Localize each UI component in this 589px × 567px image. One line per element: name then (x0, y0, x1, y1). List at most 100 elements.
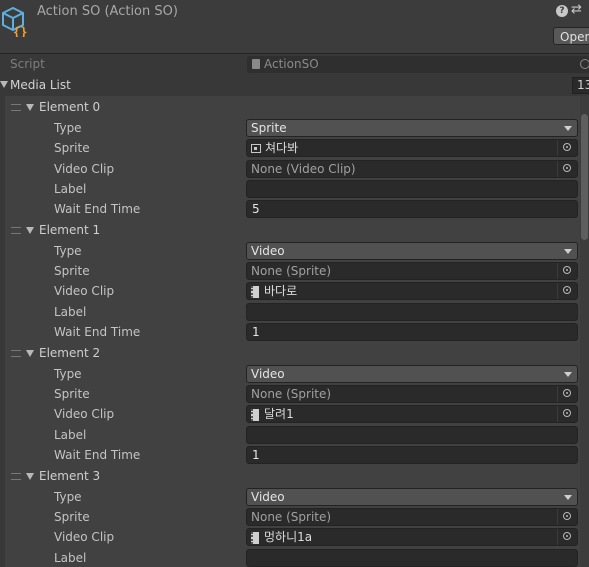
label-label: Label (54, 182, 87, 196)
object-picker-icon[interactable] (557, 529, 577, 545)
wait-end-time-label: Wait End Time (54, 448, 141, 462)
type-label: Type (54, 244, 82, 258)
foldout-arrow-icon[interactable] (26, 104, 34, 111)
drag-handle-icon[interactable] (11, 104, 21, 111)
object-picker-icon[interactable] (557, 263, 577, 279)
media-list-row: Media List 13 (0, 77, 589, 95)
type-label: Type (54, 121, 82, 135)
type-dropdown[interactable]: Video (246, 488, 578, 506)
type-label: Type (54, 490, 82, 504)
object-picker-icon[interactable] (557, 161, 577, 177)
media-list-size-field[interactable]: 13 (572, 77, 589, 94)
sprite-value: 쳐다봐 (265, 141, 299, 155)
label-field[interactable] (246, 180, 578, 198)
drag-handle-icon[interactable] (11, 473, 21, 480)
script-value: ActionSO (264, 57, 319, 71)
element-header[interactable]: Element 3 (5, 466, 580, 487)
media-list: Element 0 Type Sprite Sprite 쳐다봐 Video C… (5, 96, 580, 567)
svg-text:{}: {} (13, 25, 27, 37)
element-header[interactable]: Element 2 (5, 343, 580, 364)
scrollbar-thumb[interactable] (581, 114, 588, 240)
scrollbar[interactable] (580, 96, 589, 567)
sprite-label: Sprite (54, 510, 90, 524)
foldout-arrow-icon[interactable] (26, 227, 34, 234)
sprite-icon (251, 144, 261, 153)
element-title: Element 0 (39, 100, 101, 114)
media-list-label[interactable]: Media List (10, 78, 71, 92)
video-clip-field[interactable]: 멍하니1a (246, 528, 578, 546)
element-title: Element 3 (39, 469, 101, 483)
video-clip-icon (251, 408, 259, 421)
inspector-header: {} Action SO (Action SO) ? ⇄ Open (0, 0, 589, 54)
object-picker-icon[interactable] (557, 283, 577, 299)
dropdown-arrow-icon (564, 495, 572, 500)
open-button[interactable]: Open (553, 27, 589, 45)
sprite-value: None (Sprite) (251, 264, 332, 278)
sprite-label: Sprite (54, 264, 90, 278)
video-clip-value: 달려1 (264, 407, 294, 421)
type-value: Video (251, 367, 285, 381)
video-clip-value: None (Video Clip) (251, 162, 356, 176)
video-clip-icon (251, 531, 259, 544)
type-dropdown[interactable]: Sprite (246, 119, 578, 137)
script-file-icon (252, 59, 260, 69)
label-label: Label (54, 305, 87, 319)
sprite-field[interactable]: 쳐다봐 (246, 139, 578, 157)
label-label: Label (54, 551, 87, 565)
video-clip-field[interactable]: 달려1 (246, 405, 578, 423)
sprite-field[interactable]: None (Sprite) (246, 385, 578, 403)
foldout-arrow-icon[interactable] (26, 350, 34, 357)
video-clip-field[interactable]: 바다로 (246, 282, 578, 300)
sprite-field[interactable]: None (Sprite) (246, 262, 578, 280)
element-header[interactable]: Element 0 (5, 97, 580, 118)
asset-title: Action SO (Action SO) (37, 4, 178, 19)
foldout-arrow-icon[interactable] (26, 473, 34, 480)
type-value: Video (251, 244, 285, 258)
label-label: Label (54, 428, 87, 442)
object-picker-icon[interactable] (580, 59, 589, 69)
wait-end-time-label: Wait End Time (54, 325, 141, 339)
element-title: Element 2 (39, 346, 101, 360)
wait-end-time-field[interactable]: 1 (246, 323, 578, 341)
element-title: Element 1 (39, 223, 101, 237)
foldout-arrow-icon[interactable] (0, 81, 8, 88)
type-value: Sprite (251, 121, 287, 135)
object-picker-icon[interactable] (557, 406, 577, 422)
wait-end-time-label: Wait End Time (54, 202, 141, 216)
script-label: Script (10, 57, 45, 71)
label-field[interactable] (246, 303, 578, 321)
object-picker-icon[interactable] (557, 386, 577, 402)
label-field[interactable] (246, 549, 578, 567)
script-row: Script ActionSO (0, 56, 589, 74)
video-clip-value: 멍하니1a (264, 530, 313, 544)
sprite-label: Sprite (54, 387, 90, 401)
presets-icon[interactable]: ⇄ (571, 2, 582, 17)
video-clip-label: Video Clip (54, 284, 115, 298)
scriptable-object-icon: {} (2, 6, 27, 37)
video-clip-field[interactable]: None (Video Clip) (246, 160, 578, 178)
dropdown-arrow-icon (564, 126, 572, 131)
wait-end-time-field[interactable]: 1 (246, 446, 578, 464)
drag-handle-icon[interactable] (11, 350, 21, 357)
dropdown-arrow-icon (564, 249, 572, 254)
help-icon[interactable]: ? (556, 5, 568, 17)
type-value: Video (251, 490, 285, 504)
script-field[interactable]: ActionSO (247, 56, 589, 73)
object-picker-icon[interactable] (557, 509, 577, 525)
type-dropdown[interactable]: Video (246, 242, 578, 260)
object-picker-icon[interactable] (557, 140, 577, 156)
type-label: Type (54, 367, 82, 381)
video-clip-label: Video Clip (54, 407, 115, 421)
video-clip-icon (251, 285, 259, 298)
dropdown-arrow-icon (564, 372, 572, 377)
element-header[interactable]: Element 1 (5, 220, 580, 241)
label-field[interactable] (246, 426, 578, 444)
wait-end-time-field[interactable]: 5 (246, 200, 578, 218)
video-clip-label: Video Clip (54, 530, 115, 544)
sprite-field[interactable]: None (Sprite) (246, 508, 578, 526)
sprite-value: None (Sprite) (251, 387, 332, 401)
sprite-value: None (Sprite) (251, 510, 332, 524)
type-dropdown[interactable]: Video (246, 365, 578, 383)
drag-handle-icon[interactable] (11, 227, 21, 234)
video-clip-value: 바다로 (264, 284, 298, 298)
